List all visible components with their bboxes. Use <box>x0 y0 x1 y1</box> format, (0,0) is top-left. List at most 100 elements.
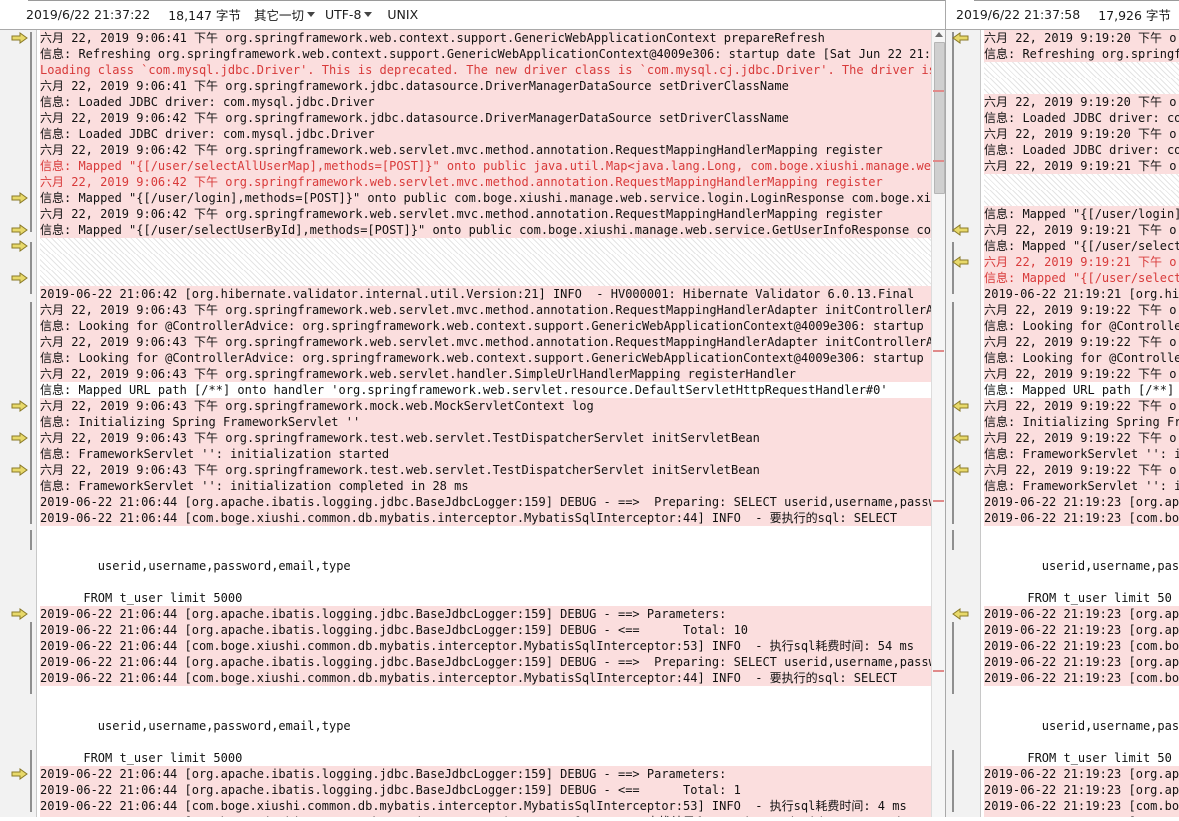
arrow-left-icon[interactable] <box>952 400 969 412</box>
scroll-up-arrow-icon[interactable] <box>935 32 943 37</box>
log-line: 六月 22, 2019 9:19:22 下午 o <box>984 398 1179 414</box>
log-line: 信息: FrameworkServlet '': initialization … <box>40 446 945 462</box>
scrollbar-change-marker <box>933 160 944 162</box>
left-diff-pane[interactable]: 六月 22, 2019 9:06:41 下午 org.springframewo… <box>0 30 945 821</box>
left-line-ending: UNIX <box>387 7 419 22</box>
scrollbar-change-marker <box>933 90 944 92</box>
log-line <box>984 78 1179 94</box>
log-line: userid,username,password,email,type <box>40 558 945 574</box>
log-line <box>984 190 1179 206</box>
change-bar <box>30 530 32 550</box>
arrow-left-icon[interactable] <box>952 432 969 444</box>
arrow-left-icon[interactable] <box>952 608 969 620</box>
right-timestamp: 2019/6/22 21:37:58 <box>956 7 1081 22</box>
arrow-right-icon[interactable] <box>11 400 28 412</box>
log-line: 信息: Loaded JDBC driver: com.mysql.jdbc.D… <box>40 126 945 142</box>
log-line: 2019-06-22 21:06:42 [org.hibernate.valid… <box>40 286 945 302</box>
log-line: 信息: Refreshing org.springframework.web.c… <box>40 46 945 62</box>
log-line: 信息: Initializing Spring Fr <box>984 414 1179 430</box>
log-line: 2019-06-22 21:19:23 [com.bog <box>984 798 1179 814</box>
log-line: 六月 22, 2019 9:06:43 下午 org.springframewo… <box>40 334 945 350</box>
log-line: 六月 22, 2019 9:06:43 下午 org.springframewo… <box>40 398 945 414</box>
log-line: 六月 22, 2019 9:06:43 下午 org.springframewo… <box>40 302 945 318</box>
log-line <box>40 270 945 286</box>
arrow-right-icon[interactable] <box>11 608 28 620</box>
log-line: 2019-06-22 21:06:44 [org.apache.ibatis.l… <box>40 606 945 622</box>
scrollbar-change-marker <box>933 670 944 672</box>
scrollbar-thumb[interactable] <box>934 42 945 194</box>
arrow-right-icon[interactable] <box>11 768 28 780</box>
log-line: 六月 22, 2019 9:19:21 下午 o <box>984 158 1179 174</box>
arrow-left-icon[interactable] <box>952 256 969 268</box>
log-line: 2019-06-22 21:06:44 [org.apache.ibatis.l… <box>40 654 945 670</box>
arrow-left-icon[interactable] <box>952 464 969 476</box>
log-line: 六月 22, 2019 9:06:43 下午 org.springframewo… <box>40 366 945 382</box>
log-line <box>40 734 945 750</box>
log-line: 信息: Mapped "{[/user/login] <box>984 206 1179 222</box>
change-bar <box>952 32 954 232</box>
arrow-right-icon[interactable] <box>11 192 28 204</box>
log-line: 六月 22, 2019 9:06:42 下午 org.springframewo… <box>40 142 945 158</box>
log-line: 信息: Looking for @ControllerAdvice: org.s… <box>40 350 945 366</box>
left-vertical-scrollbar[interactable] <box>931 30 945 821</box>
left-encoding-dropdown[interactable]: UTF-8 <box>321 7 378 22</box>
arrow-right-icon[interactable] <box>11 32 28 44</box>
log-line: 2019-06-22 21:19:23 [org.apa <box>984 622 1179 638</box>
log-line: 信息: Looking for @ControllerAdvice: org.s… <box>40 318 945 334</box>
log-line: 信息: Mapped "{[/user/select <box>984 270 1179 286</box>
log-line: 信息: Loaded JDBC driver: com.mysql.jdbc.D… <box>40 94 945 110</box>
log-line: 信息: FrameworkServlet '': i <box>984 478 1179 494</box>
log-line: 六月 22, 2019 9:06:42 下午 org.springframewo… <box>40 174 945 190</box>
right-diff-pane[interactable]: 六月 22, 2019 9:19:20 下午 o 信息: Refreshing o… <box>945 30 1179 821</box>
header-bars: 2019/6/22 21:37:22 18,147 字节 其它一切 UTF-8 … <box>0 0 1179 30</box>
left-timestamp: 2019/6/22 21:37:22 <box>26 7 151 22</box>
arrow-right-icon[interactable] <box>11 432 28 444</box>
left-log-content[interactable]: 六月 22, 2019 9:06:41 下午 org.springframewo… <box>0 30 945 821</box>
change-bar <box>952 530 954 550</box>
log-line: FROM t_user limit 50 <box>984 750 1179 766</box>
log-line: Loading class `com.mysql.jdbc.Driver'. T… <box>40 62 945 78</box>
log-line <box>984 526 1179 542</box>
log-line: FROM t_user limit 50 <box>984 590 1179 606</box>
diff-panes: 六月 22, 2019 9:06:41 下午 org.springframewo… <box>0 30 1179 821</box>
log-line <box>984 702 1179 718</box>
log-line: 信息: Looking for @Controlle <box>984 318 1179 334</box>
arrow-right-icon[interactable] <box>11 272 28 284</box>
log-line: 2019-06-22 21:19:23 [org.apa <box>984 654 1179 670</box>
log-line: 2019-06-22 21:19:23 [org.apa <box>984 494 1179 510</box>
log-line: 2019-06-22 21:19:21 [org.hib <box>984 286 1179 302</box>
change-bar <box>952 302 954 524</box>
arrow-left-icon[interactable] <box>952 32 969 44</box>
log-line <box>984 62 1179 78</box>
log-line: 信息: Looking for @Controlle <box>984 350 1179 366</box>
arrow-right-icon[interactable] <box>11 240 28 252</box>
arrow-right-icon[interactable] <box>11 464 28 476</box>
left-filter-dropdown[interactable]: 其它一切 <box>250 5 321 24</box>
left-encoding-label: UTF-8 <box>324 7 362 22</box>
log-line <box>984 734 1179 750</box>
log-line: 2019-06-22 21:19:23 [com.bog <box>984 638 1179 654</box>
log-line: 信息: Mapped URL path [/**] o <box>984 382 1179 398</box>
log-line: 六月 22, 2019 9:19:21 下午 o <box>984 254 1179 270</box>
log-line: 信息: Mapped URL path [/**] onto handler '… <box>40 382 945 398</box>
log-line <box>40 238 945 254</box>
scrollbar-change-marker <box>933 500 944 502</box>
log-line: 六月 22, 2019 9:06:43 下午 org.springframewo… <box>40 462 945 478</box>
change-bar <box>30 750 32 812</box>
log-line: 六月 22, 2019 9:06:41 下午 org.springframewo… <box>40 78 945 94</box>
log-line: 信息: Mapped "{[/user/selectUserById],meth… <box>40 222 945 238</box>
log-line: 2019-06-22 21:06:44 [org.apache.ibatis.l… <box>40 622 945 638</box>
log-line: 六月 22, 2019 9:06:42 下午 org.springframewo… <box>40 206 945 222</box>
arrow-left-icon[interactable] <box>952 224 969 236</box>
change-bar <box>952 622 954 694</box>
log-line: 信息: FrameworkServlet '': initialization … <box>40 478 945 494</box>
right-top-rule <box>974 0 1179 4</box>
change-bar <box>30 622 32 694</box>
arrow-right-icon[interactable] <box>11 224 28 236</box>
log-line: 2019-06-22 21:19:23 [org.apa <box>984 606 1179 622</box>
diff-viewer-window: 2019/6/22 21:37:22 18,147 字节 其它一切 UTF-8 … <box>0 0 1179 821</box>
log-line: userid,username,password,email,type <box>40 718 945 734</box>
log-line: 信息: Mapped "{[/user/select <box>984 238 1179 254</box>
right-file-info-bar: 2019/6/22 21:37:58 17,926 字节 其 <box>945 0 1179 30</box>
log-line: FROM t_user limit 5000 <box>40 750 945 766</box>
